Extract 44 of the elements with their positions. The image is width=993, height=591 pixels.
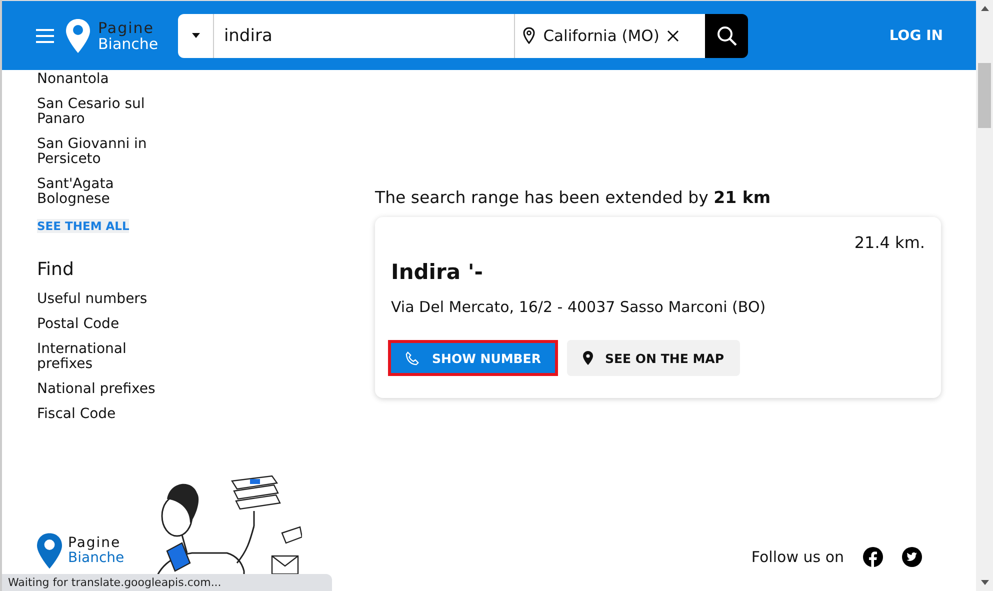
logo-text: Pagine: [98, 20, 154, 36]
pin-icon: [523, 27, 536, 44]
section-title: Find: [37, 259, 74, 280]
scroll-up-icon[interactable]: [980, 6, 988, 11]
caret-icon: [192, 33, 200, 38]
city-link[interactable]: San Giovanni in Persiceto: [37, 137, 172, 167]
search-field[interactable]: indira: [214, 14, 514, 58]
search-icon: [716, 26, 737, 46]
logo-text: Pagine: [68, 536, 122, 551]
pin-icon: [37, 533, 62, 569]
find-link[interactable]: Postal Code: [37, 317, 172, 332]
status-bar: Waiting for translate.googleapis.com...: [2, 574, 332, 591]
location-field[interactable]: California (MO): [514, 14, 706, 58]
listing-name: Indira '-: [391, 260, 484, 284]
pin-icon: [66, 18, 90, 52]
pin-icon: [582, 351, 593, 365]
logo-text: Bianche: [68, 551, 124, 566]
facebook-icon[interactable]: [863, 547, 883, 567]
dropdown-button[interactable]: [178, 14, 214, 58]
close-icon[interactable]: [667, 30, 680, 42]
city-link[interactable]: Sant'Agata Bolognese: [37, 177, 172, 207]
phone-icon: [405, 350, 420, 366]
follow-text: Follow us on: [751, 548, 844, 566]
notice-text: The search range has been extended by 21 km: [375, 188, 772, 207]
find-link[interactable]: Fiscal Code: [37, 407, 172, 422]
address-text: Via Del Mercato, 16/2 - 40037 Sasso Marconi (BO): [391, 298, 767, 316]
location-value: California (MO): [543, 26, 660, 44]
find-link[interactable]: Useful numbers: [37, 292, 172, 307]
see-all-link[interactable]: SEE THEM ALL: [37, 219, 130, 233]
show-number-button[interactable]: SHOW NUMBER: [391, 343, 555, 373]
city-link[interactable]: San Cesario sul Panaro: [37, 97, 172, 127]
scrollbar[interactable]: [976, 0, 993, 591]
city-link[interactable]: Nonantola: [37, 72, 172, 87]
scroll-down-icon[interactable]: [980, 580, 988, 585]
logo-text: Bianche: [98, 36, 158, 52]
distance-text: 21.4 km.: [854, 233, 925, 252]
map-button[interactable]: SEE ON THE MAP: [566, 340, 740, 376]
find-link[interactable]: International prefixes: [37, 342, 172, 372]
find-link[interactable]: National prefixes: [37, 382, 172, 397]
menu-icon[interactable]: [36, 28, 54, 42]
scroll-thumb[interactable]: [978, 63, 991, 128]
twitter-icon[interactable]: [902, 547, 922, 567]
search-button[interactable]: [705, 14, 748, 58]
login-link[interactable]: LOG IN: [889, 28, 943, 44]
